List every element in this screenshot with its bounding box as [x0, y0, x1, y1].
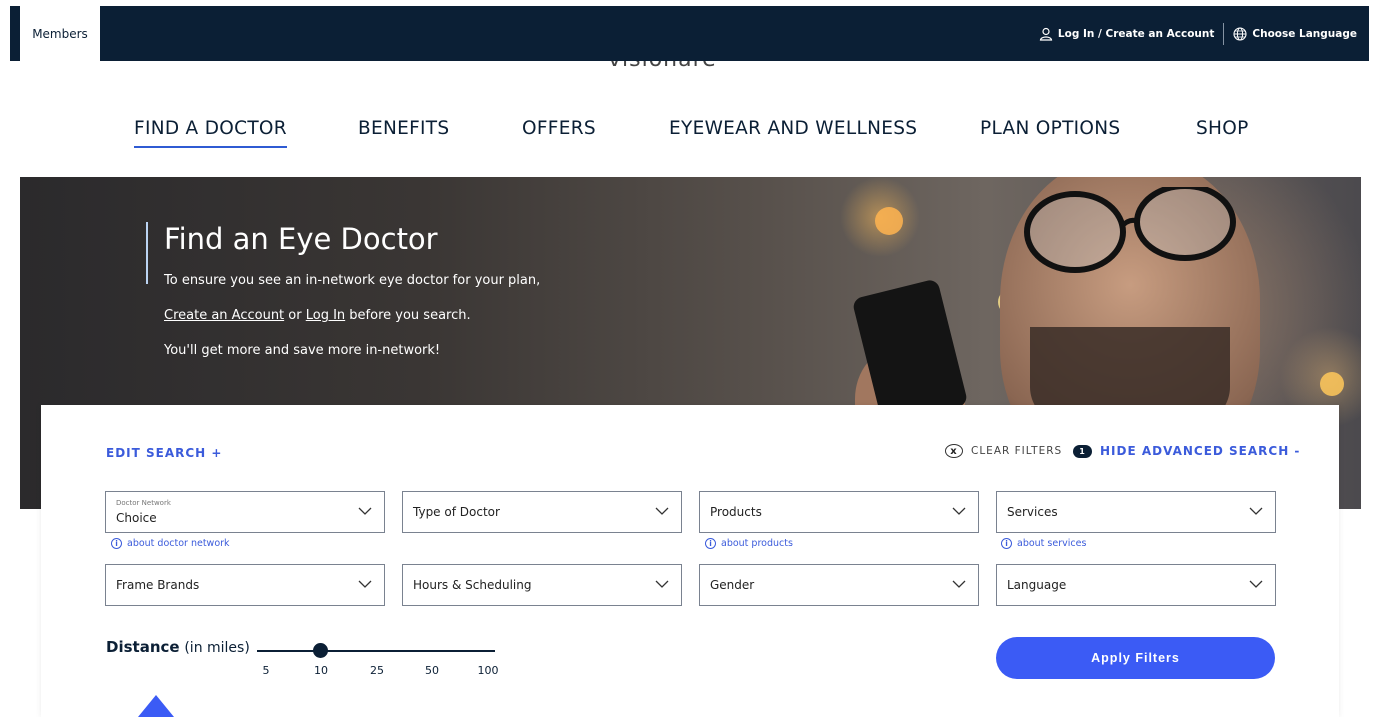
- chevron-down-icon: [1249, 580, 1263, 588]
- user-icon: [1039, 27, 1053, 41]
- frame-brands-select[interactable]: Frame Brands: [105, 564, 385, 606]
- frame-brands-value: Frame Brands: [116, 578, 200, 592]
- chevron-down-icon: [358, 580, 372, 588]
- nav-eyewear-and-wellness[interactable]: EYEWEAR AND WELLNESS: [669, 118, 917, 139]
- distance-tick[interactable]: 5: [263, 664, 270, 677]
- distance-slider-thumb[interactable]: [313, 643, 328, 658]
- main-navigation: FIND A DOCTOR BENEFITS OFFERS EYEWEAR AN…: [0, 118, 1379, 148]
- chevron-down-icon: [952, 507, 966, 515]
- products-value: Products: [710, 505, 762, 519]
- hero-accent-bar: [146, 222, 148, 284]
- nav-shop[interactable]: SHOP: [1196, 118, 1249, 139]
- distance-tick[interactable]: 100: [478, 664, 499, 677]
- about-services-label: about services: [1017, 538, 1087, 549]
- hero-text-line: Create an Account or Log In before you s…: [164, 308, 471, 323]
- nav-find-a-doctor[interactable]: FIND A DOCTOR: [134, 118, 287, 148]
- clear-filters-button[interactable]: x CLEAR FILTERS: [945, 444, 1062, 458]
- hours-scheduling-value: Hours & Scheduling: [413, 578, 532, 592]
- filter-count-badge: 1: [1073, 444, 1092, 458]
- search-panel: EDIT SEARCH + x CLEAR FILTERS 1 HIDE ADV…: [41, 405, 1339, 717]
- type-of-doctor-value: Type of Doctor: [413, 505, 500, 519]
- about-doctor-network-label: about doctor network: [127, 538, 230, 549]
- hide-advanced-search-toggle[interactable]: 1 HIDE ADVANCED SEARCH -: [1073, 444, 1300, 458]
- chevron-down-icon: [655, 507, 669, 515]
- doctor-network-value: Choice: [116, 511, 157, 525]
- hero-text-line: You'll get more and save more in-network…: [164, 343, 441, 358]
- login-create-account-link[interactable]: Log In / Create an Account: [1058, 28, 1214, 40]
- hero-image-bokeh: [875, 207, 903, 235]
- distance-label-text: Distance: [106, 638, 180, 656]
- top-utility-bar: Members Log In / Create an Account Choos…: [10, 6, 1369, 61]
- distance-tick[interactable]: 50: [425, 664, 439, 677]
- nav-plan-options[interactable]: PLAN OPTIONS: [980, 118, 1120, 139]
- info-icon: i: [1001, 538, 1012, 549]
- about-products-label: about products: [721, 538, 793, 549]
- hours-scheduling-select[interactable]: Hours & Scheduling: [402, 564, 682, 606]
- type-of-doctor-select[interactable]: Type of Doctor: [402, 491, 682, 533]
- distance-tick[interactable]: 25: [370, 664, 384, 677]
- clear-filters-label: CLEAR FILTERS: [971, 445, 1063, 457]
- about-doctor-network-link[interactable]: i about doctor network: [111, 538, 230, 549]
- create-account-link[interactable]: Create an Account: [164, 308, 284, 323]
- info-icon: i: [111, 538, 122, 549]
- distance-tick[interactable]: 10: [314, 664, 328, 677]
- about-products-link[interactable]: i about products: [705, 538, 793, 549]
- hero-image-bokeh: [1320, 372, 1344, 396]
- nav-offers[interactable]: OFFERS: [522, 118, 596, 139]
- distance-label: Distance (in miles): [106, 638, 250, 656]
- distance-unit: (in miles): [184, 640, 250, 656]
- language-select[interactable]: Language: [996, 564, 1276, 606]
- gender-value: Gender: [710, 578, 755, 592]
- page-title: Find an Eye Doctor: [164, 222, 438, 256]
- chevron-down-icon: [952, 580, 966, 588]
- hero-or-text: or: [284, 308, 306, 323]
- login-link[interactable]: Log In: [306, 308, 345, 323]
- hero-before-search-text: before you search.: [345, 308, 471, 323]
- doctor-network-select[interactable]: Doctor Network Choice: [105, 491, 385, 533]
- about-services-link[interactable]: i about services: [1001, 538, 1086, 549]
- edit-search-toggle[interactable]: EDIT SEARCH +: [106, 446, 222, 460]
- chevron-down-icon: [358, 507, 372, 515]
- nav-benefits[interactable]: BENEFITS: [358, 118, 449, 139]
- hero-image-glasses: [1024, 187, 1236, 273]
- services-value: Services: [1007, 505, 1058, 519]
- feedback-tab-icon[interactable]: [138, 695, 174, 717]
- apply-filters-button[interactable]: Apply Filters: [996, 637, 1275, 679]
- hide-advanced-search-label: HIDE ADVANCED SEARCH -: [1100, 444, 1301, 458]
- gender-select[interactable]: Gender: [699, 564, 979, 606]
- chevron-down-icon: [655, 580, 669, 588]
- language-value: Language: [1007, 578, 1067, 592]
- hero-text-line: To ensure you see an in-network eye doct…: [164, 273, 541, 288]
- members-tab[interactable]: Members: [20, 6, 100, 61]
- doctor-network-label: Doctor Network: [116, 499, 171, 507]
- globe-icon: [1233, 26, 1247, 41]
- divider: [1223, 22, 1225, 45]
- close-icon: x: [945, 444, 963, 458]
- logo[interactable]: visionare: [608, 61, 774, 69]
- distance-slider-track[interactable]: [257, 650, 495, 652]
- choose-language-link[interactable]: Choose Language: [1252, 28, 1357, 40]
- top-right-links: Log In / Create an Account Choose Langua…: [1039, 6, 1357, 61]
- services-select[interactable]: Services: [996, 491, 1276, 533]
- products-select[interactable]: Products: [699, 491, 979, 533]
- chevron-down-icon: [1249, 507, 1263, 515]
- info-icon: i: [705, 538, 716, 549]
